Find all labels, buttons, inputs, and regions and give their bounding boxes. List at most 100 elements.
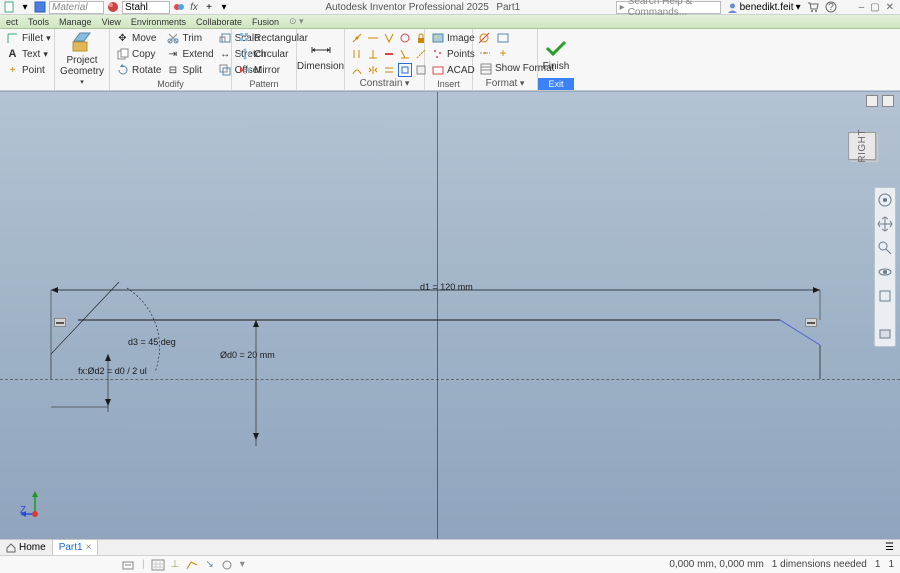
symmetric-icon[interactable]	[366, 63, 380, 77]
point-button[interactable]: +Point	[5, 63, 52, 78]
vertical-icon[interactable]	[398, 47, 412, 61]
part-tab[interactable]: Part1 ×	[53, 540, 99, 555]
collinear-icon[interactable]	[366, 31, 380, 45]
cart-icon[interactable]	[807, 1, 819, 13]
construction-toggle-icon[interactable]	[478, 31, 492, 45]
menu-item[interactable]: Manage	[59, 17, 92, 27]
fix-icon[interactable]	[398, 31, 412, 45]
add-icon[interactable]: +	[203, 1, 215, 13]
insert-points-button[interactable]: Points	[430, 47, 476, 62]
user-icon	[727, 2, 738, 13]
ortho-icon[interactable]: ⊥	[171, 559, 180, 571]
coincident-icon[interactable]	[350, 31, 364, 45]
dim-d2-text[interactable]: fx:Ød2 = d0 / 2 ul	[78, 366, 147, 376]
color-override-icon[interactable]	[173, 1, 185, 13]
tabs-menu-icon[interactable]: ☰	[879, 540, 900, 555]
constraint-glyph[interactable]	[805, 318, 817, 327]
material-combo[interactable]: Material	[49, 1, 104, 14]
show-constraints-icon[interactable]	[398, 63, 412, 77]
extend-button[interactable]: ⇥Extend	[165, 47, 214, 62]
horizontal-icon[interactable]	[382, 47, 396, 61]
scale-icon	[219, 32, 232, 45]
insert-acad-button[interactable]: ACAD	[430, 63, 476, 78]
menu-item[interactable]: Fusion	[252, 17, 279, 27]
coords-readout: 0,000 mm, 0,000 mm	[669, 559, 763, 570]
close-button[interactable]: ✕	[886, 2, 894, 13]
project-label: ProjectGeometry	[60, 55, 104, 77]
menu-item[interactable]: ⊙ ▾	[289, 16, 304, 27]
status-dropdown-icon[interactable]: ▾	[240, 559, 245, 571]
trace-icon[interactable]	[185, 559, 199, 571]
title-right: ▸Search Help & Commands... benedikt.feit…	[616, 1, 900, 14]
finish-sketch-button[interactable]: Finish	[543, 36, 570, 72]
extend-icon: ⇥	[166, 48, 179, 61]
snap2-icon[interactable]: ↘	[205, 559, 213, 571]
group-insert: Image Points ACAD Insert	[425, 29, 473, 90]
group-constrain-label: Constrain ▾	[345, 78, 424, 90]
smooth-icon[interactable]	[350, 63, 364, 77]
menu-item[interactable]: ect	[6, 17, 18, 27]
grid-icon[interactable]	[151, 559, 165, 571]
search-placeholder: Search Help & Commands...	[628, 0, 717, 18]
minimize-button[interactable]: –	[859, 2, 865, 13]
fillet-icon	[6, 32, 19, 45]
help-search-input[interactable]: ▸Search Help & Commands...	[616, 1, 721, 14]
point-icon: +	[6, 64, 19, 77]
menu-item[interactable]: View	[102, 17, 121, 27]
dropdown-icon[interactable]: ▾	[19, 1, 31, 13]
appearance-combo[interactable]: Stahl	[122, 1, 170, 14]
driven-dim-icon[interactable]	[478, 46, 492, 60]
new-icon[interactable]	[4, 1, 16, 13]
menu-item[interactable]: Collaborate	[196, 17, 242, 27]
snap-icon[interactable]	[122, 559, 136, 571]
menu-item[interactable]: Environments	[131, 17, 186, 27]
constraint-glyph[interactable]	[54, 318, 66, 327]
dimension-button[interactable]: Dimension	[293, 36, 348, 72]
restore-button[interactable]: ▢	[870, 2, 879, 13]
close-tab-icon[interactable]: ×	[86, 542, 92, 553]
mirror-icon	[238, 64, 251, 77]
qat-overflow-icon[interactable]: ▾	[218, 1, 230, 13]
dim-d0-text[interactable]: Ød0 = 20 mm	[220, 350, 275, 360]
home-tab[interactable]: Home	[0, 540, 53, 555]
move-icon: ✥	[116, 32, 129, 45]
trim-button[interactable]: Trim	[165, 31, 214, 46]
save-icon[interactable]	[34, 1, 46, 13]
status-left: | ⊥ ↘ ▾	[6, 559, 245, 571]
copy-icon	[116, 48, 129, 61]
document-name: Part1	[496, 2, 520, 13]
move-button[interactable]: ✥Move	[115, 31, 162, 46]
username-label: benedikt.feit	[740, 2, 794, 13]
acad-icon	[431, 64, 444, 77]
appearance-sphere-icon[interactable]	[107, 1, 119, 13]
parameters-fx-icon[interactable]: fx	[188, 1, 200, 13]
insert-image-button[interactable]: Image	[430, 31, 476, 46]
viewport[interactable]: RIGHT	[0, 91, 900, 539]
text-button[interactable]: AText ▾	[5, 47, 52, 62]
rotate-button[interactable]: Rotate	[115, 63, 162, 78]
exit-button[interactable]: Exit	[538, 78, 574, 90]
fillet-button[interactable]: Fillet ▾	[5, 31, 52, 46]
equal-icon[interactable]	[382, 63, 396, 77]
group-modify: ✥Move Copy Rotate Trim ⇥Extend ⊟Split Sc…	[110, 29, 232, 90]
help-icon[interactable]: ?	[825, 1, 837, 13]
concentric-icon[interactable]	[382, 31, 396, 45]
group-finish: Finish Exit	[538, 29, 574, 90]
perpendicular-icon[interactable]	[366, 47, 380, 61]
dim-d3-text[interactable]: d3 = 45 deg	[128, 337, 176, 347]
sketch-geometry	[0, 92, 900, 539]
svg-text:?: ?	[828, 2, 834, 13]
centerline-toggle-icon[interactable]	[496, 31, 510, 45]
centerpoint-icon[interactable]: +	[496, 46, 510, 60]
relax-icon[interactable]	[220, 559, 234, 571]
user-account[interactable]: benedikt.feit ▾	[727, 2, 801, 13]
dim-d1-text[interactable]: d1 = 120 mm	[420, 282, 473, 292]
menu-item[interactable]: Tools	[28, 17, 49, 27]
copy-button[interactable]: Copy	[115, 47, 162, 62]
split-button[interactable]: ⊟Split	[165, 63, 214, 78]
project-geometry-button[interactable]: ProjectGeometry ▾	[56, 30, 108, 86]
parallel-icon[interactable]	[350, 47, 364, 61]
status-message: 1 dimensions needed	[772, 559, 867, 570]
chevron-down-icon: ▾	[796, 2, 801, 13]
show-format-icon	[479, 62, 492, 75]
